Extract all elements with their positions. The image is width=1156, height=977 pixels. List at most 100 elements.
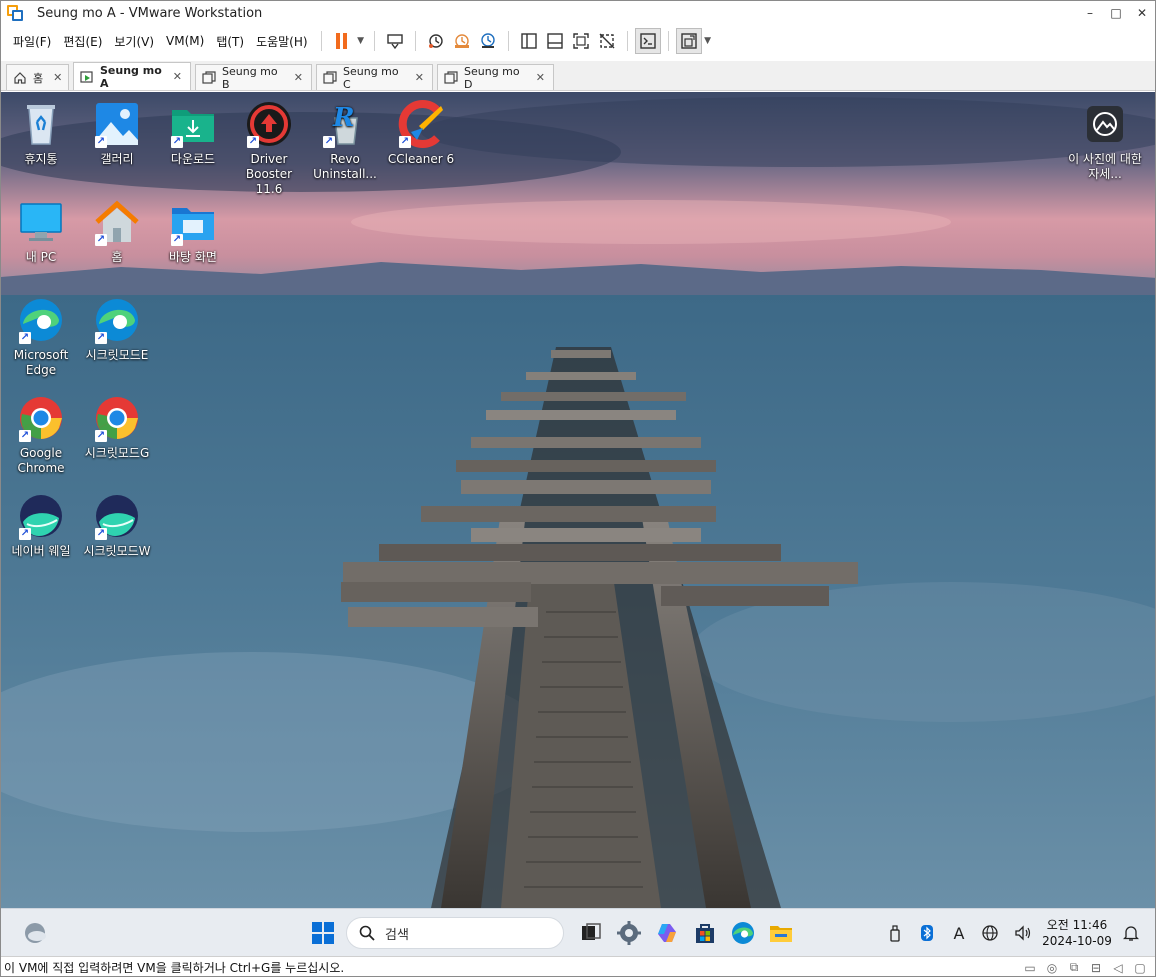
thumbnail-panel-icon — [546, 33, 563, 49]
usb-device-icon[interactable] — [879, 917, 911, 949]
shortcut-arrow-icon: ↗ — [95, 430, 107, 442]
desktop-icon-microsoft-edge[interactable]: ↗ Microsoft Edge — [3, 296, 79, 378]
hard-disk-icon[interactable]: ▭ — [1019, 960, 1041, 976]
tab-close-icon[interactable]: ✕ — [294, 71, 303, 84]
revert-snapshot-button[interactable] — [449, 28, 475, 54]
desktop-icon-edge-incognito[interactable]: ↗ 시크릿모드E — [79, 296, 155, 363]
this-pc-icon — [20, 203, 62, 241]
unity-icon — [599, 33, 615, 49]
cd-rom-icon[interactable]: ◎ — [1041, 960, 1063, 976]
tab-close-icon[interactable]: ✕ — [536, 71, 545, 84]
menu-edit[interactable]: 편집(E) — [57, 29, 108, 53]
tab-seung-mo-b[interactable]: Seung mo B ✕ — [195, 64, 312, 91]
vm-icon — [202, 70, 216, 85]
network-adapter-icon[interactable]: ⧉ — [1063, 960, 1085, 976]
vm-running-icon — [80, 70, 94, 84]
settings-taskbar-button[interactable] — [610, 915, 648, 951]
tab-seung-mo-c[interactable]: Seung mo C ✕ — [316, 64, 433, 91]
desktop-icon-spotlight[interactable]: 이 사진에 대한 자세... — [1067, 100, 1143, 182]
usb-controller-icon[interactable]: ⊟ — [1085, 960, 1107, 976]
desktop-icon-naver-whale[interactable]: ↗ 네이버 웨일 — [3, 492, 79, 559]
window-title: Seung mo A - VMware Workstation — [37, 5, 263, 21]
taskbar: 검색 A 오전 11:46 2024-10-09 — [1, 908, 1155, 956]
volume-icon[interactable] — [1007, 917, 1039, 949]
desktop-icon-whale-incognito[interactable]: ↗ 시크릿모드W — [79, 492, 155, 559]
edge-taskbar-button[interactable] — [724, 915, 762, 951]
pause-button[interactable] — [329, 28, 355, 54]
shortcut-arrow-icon: ↗ — [19, 332, 31, 344]
widgets-button[interactable] — [21, 919, 49, 947]
minimize-button[interactable]: – — [1077, 1, 1103, 25]
desktop-icon-revo-uninstaller[interactable]: R ↗ Revo Uninstall... — [307, 100, 383, 182]
message-log-icon[interactable]: ▢ — [1129, 960, 1151, 976]
copilot-button[interactable] — [648, 915, 686, 951]
menu-tabs[interactable]: 탭(T) — [210, 29, 250, 53]
file-explorer-button[interactable] — [762, 915, 800, 951]
tab-seung-mo-d[interactable]: Seung mo D ✕ — [437, 64, 554, 91]
start-button[interactable] — [304, 915, 342, 951]
status-message: 이 VM에 직접 입력하려면 VM을 클릭하거나 Ctrl+G를 누르십시오. — [4, 961, 345, 975]
unity-button[interactable] — [594, 28, 620, 54]
shortcut-arrow-icon: ↗ — [95, 136, 107, 148]
desktop-icon-this-pc[interactable]: 내 PC — [3, 198, 79, 265]
shortcut-arrow-icon: ↗ — [95, 234, 107, 246]
tab-close-icon[interactable]: ✕ — [53, 71, 62, 84]
menu-file[interactable]: 파일(F) — [7, 29, 57, 53]
tab-seung-mo-a[interactable]: Seung mo A ✕ — [73, 62, 191, 90]
vm-icon — [323, 70, 337, 85]
menu-bar: 파일(F) 편집(E) 보기(V) VM(M) 탭(T) 도움말(H) ▼ ▼ — [1, 25, 1155, 57]
desktop-icon-desktop-folder[interactable]: ↗ 바탕 화면 — [155, 198, 231, 265]
taskbar-clock[interactable]: 오전 11:46 2024-10-09 — [1041, 917, 1113, 949]
home-icon — [13, 71, 27, 85]
send-keys-icon — [386, 34, 403, 50]
stretch-dropdown-chevron-icon[interactable]: ▼ — [702, 36, 714, 46]
send-ctrl-alt-del-button[interactable] — [382, 28, 408, 54]
vm-icon — [444, 70, 458, 85]
menu-view[interactable]: 보기(V) — [108, 29, 160, 53]
shortcut-arrow-icon: ↗ — [19, 430, 31, 442]
power-dropdown-chevron-icon[interactable]: ▼ — [355, 36, 367, 46]
shortcut-arrow-icon: ↗ — [247, 136, 259, 148]
desktop-icon-downloads[interactable]: ↗ 다운로드 — [155, 100, 231, 167]
full-screen-button[interactable] — [568, 28, 594, 54]
stretch-guest-button[interactable] — [675, 28, 702, 54]
console-icon — [639, 33, 656, 49]
desktop-icon-google-chrome[interactable]: ↗ Google Chrome — [3, 394, 79, 476]
thumbnail-bar-button[interactable] — [542, 28, 568, 54]
console-view-button[interactable] — [634, 28, 661, 54]
tab-close-icon[interactable]: ✕ — [173, 70, 182, 83]
tab-close-icon[interactable]: ✕ — [415, 71, 424, 84]
desktop-icon-gallery[interactable]: ↗ 갤러리 — [79, 100, 155, 167]
menu-vm[interactable]: VM(M) — [160, 29, 210, 53]
notification-bell-icon[interactable] — [1115, 917, 1147, 949]
close-button[interactable]: ✕ — [1129, 1, 1155, 25]
vm-tab-bar: 홈 ✕ Seung mo A ✕ Seung mo B ✕ Seung mo C… — [1, 61, 1155, 91]
desktop-icon-driver-booster[interactable]: ↗ Driver Booster 11.6 — [231, 100, 307, 197]
taskbar-center: 검색 — [304, 915, 800, 951]
maximize-button[interactable]: □ — [1103, 1, 1129, 25]
desktop-icon-home[interactable]: ↗ 홈 — [79, 198, 155, 265]
ime-indicator[interactable]: A — [943, 917, 975, 949]
desktop-icon-ccleaner[interactable]: ↗ CCleaner 6 — [383, 100, 459, 167]
shortcut-arrow-icon: ↗ — [171, 234, 183, 246]
show-library-button[interactable] — [516, 28, 542, 54]
vm-console[interactable]: 휴지통 ↗ 갤러리 ↗ 다운로드 ↗ Driver Booster 11.6 R… — [1, 92, 1155, 908]
sound-card-icon[interactable]: ◁ — [1107, 960, 1129, 976]
vmware-window: Seung mo A - VMware Workstation – □ ✕ 파일… — [0, 0, 1156, 977]
search-placeholder: 검색 — [385, 927, 409, 943]
window-controls: – □ ✕ — [1077, 1, 1155, 25]
network-globe-icon[interactable] — [975, 917, 1007, 949]
microsoft-store-button[interactable] — [686, 915, 724, 951]
spotlight-icon — [1087, 106, 1123, 142]
task-view-button[interactable] — [572, 915, 610, 951]
clock-date: 2024-10-09 — [1042, 934, 1112, 948]
bluetooth-icon[interactable] — [911, 917, 943, 949]
snapshot-button[interactable] — [423, 28, 449, 54]
menu-help[interactable]: 도움말(H) — [250, 29, 314, 53]
taskbar-search-input[interactable]: 검색 — [346, 917, 564, 949]
snapshot-manager-button[interactable] — [475, 28, 501, 54]
desktop-icon-recycle-bin[interactable]: 휴지통 — [3, 100, 79, 167]
tab-home[interactable]: 홈 ✕ — [6, 64, 69, 90]
desktop-icon-chrome-incognito[interactable]: ↗ 시크릿모드G — [79, 394, 155, 461]
snapshot-manager-icon — [480, 33, 495, 48]
